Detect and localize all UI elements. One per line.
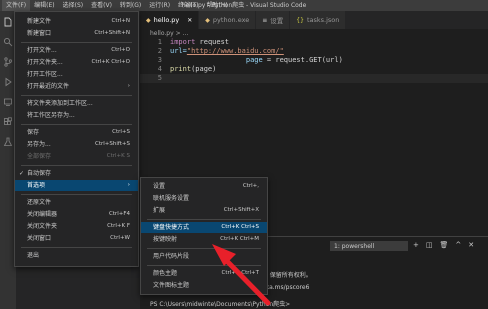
tab-hello-py[interactable]: ◆ hello.py ✕: [140, 11, 200, 29]
menu-item-save-all[interactable]: 全部保存 Ctrl+K S: [15, 151, 138, 162]
line-number: 1: [157, 38, 162, 46]
split-terminal-icon[interactable]: ◫: [426, 241, 433, 249]
close-panel-icon[interactable]: ✕: [468, 241, 474, 249]
code-line: 4 print(page): [140, 65, 488, 74]
terminal-selector[interactable]: 1: powershell: [330, 241, 408, 251]
python-file-icon: ◆: [205, 16, 210, 24]
tab-tasks-json[interactable]: {} tasks.json: [290, 11, 347, 29]
extensions-icon[interactable]: [3, 117, 13, 127]
add-terminal-icon[interactable]: +: [413, 241, 419, 249]
check-icon: ✓: [19, 170, 25, 177]
tab-settings[interactable]: ≡ 设置: [256, 11, 291, 29]
menu-item-revert-file[interactable]: 还原文件: [15, 197, 138, 208]
menu-item-keyboard-shortcuts[interactable]: 键盘快捷方式 Ctrl+K Ctrl+S: [141, 222, 267, 233]
menu-item-preferences[interactable]: 首选项 ›: [15, 180, 138, 191]
menu-separator: [21, 42, 132, 43]
menu-run[interactable]: 运行(R): [145, 0, 174, 11]
menu-help[interactable]: 帮助(H): [202, 0, 231, 11]
menu-item-add-folder-to-workspace[interactable]: 将文件夹添加到工作区...: [15, 98, 138, 109]
line-number: 3: [157, 56, 162, 64]
menu-separator: [21, 124, 132, 125]
menu-item-file-icon-theme[interactable]: 文件图标主题: [141, 280, 267, 291]
menu-item-close-editor[interactable]: 关闭编辑器 Ctrl+F4: [15, 209, 138, 220]
menu-item-open-recent[interactable]: 打开最近的文件 ›: [15, 81, 138, 92]
menu-terminal[interactable]: 终端(T): [174, 0, 202, 11]
menu-item-save[interactable]: 保存 Ctrl+S: [15, 127, 138, 138]
menu-separator: [21, 194, 132, 195]
code-line: 1 import request: [140, 38, 488, 47]
remote-explorer-icon[interactable]: [3, 97, 13, 107]
tab-label: tasks.json: [306, 16, 340, 24]
menu-item-new-file[interactable]: 新建文件 Ctrl+N: [15, 16, 138, 27]
run-debug-icon[interactable]: [3, 77, 13, 87]
line-number: 4: [157, 65, 162, 73]
code-line: 2 url="http://www.baidu.com/": [140, 47, 488, 56]
file-menu: 新建文件 Ctrl+N 新建窗口 Ctrl+Shift+N 打开文件... Ctrl+…: [14, 11, 139, 267]
menu-go[interactable]: 转到(G): [116, 0, 145, 11]
source-control-icon[interactable]: [3, 57, 13, 67]
menu-item-settings[interactable]: 设置 Ctrl+,: [141, 181, 267, 192]
menu-edit[interactable]: 编辑(E): [30, 0, 58, 11]
menu-separator: [147, 265, 261, 266]
code-line-current: 5: [140, 74, 488, 83]
menu-item-open-folder[interactable]: 打开文件夹... Ctrl+K Ctrl+O: [15, 57, 138, 68]
tab-label: 设置: [270, 17, 284, 25]
menu-view[interactable]: 查看(V): [87, 0, 116, 11]
json-file-icon: {}: [296, 16, 304, 24]
title-bar: hello.py - Python爬虫 - Visual Studio Code…: [0, 0, 488, 11]
explorer-icon[interactable]: [3, 17, 13, 27]
tab-python-exe[interactable]: ◆ python.exe: [199, 11, 257, 29]
menu-item-close-window[interactable]: 关闭窗口 Ctrl+W: [15, 233, 138, 244]
menu-file[interactable]: 文件(F): [2, 0, 31, 11]
menu-item-save-workspace-as[interactable]: 将工作区另存为...: [15, 110, 138, 121]
search-icon[interactable]: [3, 37, 13, 47]
editor-tabs: ◆ hello.py ✕ ◆ python.exe ≡ 设置 {} tasks.…: [140, 11, 488, 29]
menu-bar: 文件(F) 编辑(E) 选择(S) 查看(V) 转到(G) 运行(R) 终端(T…: [0, 0, 232, 11]
line-number: 2: [157, 47, 162, 55]
chevron-right-icon: ›: [127, 83, 130, 89]
menu-item-online-services-settings[interactable]: 联机服务设置: [141, 193, 267, 204]
python-file-icon: ◆: [146, 16, 151, 24]
menu-item-auto-save[interactable]: ✓ 自动保存: [15, 168, 138, 179]
delete-terminal-icon[interactable]: 🗑: [440, 241, 449, 249]
menu-separator: [21, 95, 132, 96]
preferences-submenu: 设置 Ctrl+, 联机服务设置 扩展 Ctrl+Shift+X 键盘快捷方式 Ctr…: [140, 177, 268, 295]
menu-separator: [21, 247, 132, 248]
menu-separator: [147, 248, 261, 249]
breadcrumb[interactable]: hello.py > ...: [140, 29, 488, 38]
terminal-prompt: PS C:\Users\midwinte\Documents\Python爬虫>: [150, 301, 291, 308]
menu-selection[interactable]: 选择(S): [59, 0, 88, 11]
menu-item-save-as[interactable]: 另存为... Ctrl+Shift+S: [15, 139, 138, 150]
chevron-right-icon: ›: [127, 182, 130, 188]
menu-item-user-snippets[interactable]: 用户代码片段: [141, 251, 267, 262]
menu-item-extensions[interactable]: 扩展 Ctrl+Shift+X: [141, 205, 267, 216]
menu-item-close-folder[interactable]: 关闭文件夹 Ctrl+K F: [15, 221, 138, 232]
menu-item-color-theme[interactable]: 颜色主题 Ctrl+K Ctrl+T: [141, 268, 267, 279]
terminal-actions: + ◫ 🗑 ^ ✕: [413, 241, 474, 249]
code-line: 3 page = request.GET(url): [140, 56, 488, 65]
menu-separator: [21, 165, 132, 166]
menu-item-new-window[interactable]: 新建窗口 Ctrl+Shift+N: [15, 28, 138, 39]
close-icon[interactable]: ✕: [187, 17, 192, 24]
menu-item-exit[interactable]: 退出: [15, 250, 138, 261]
menu-item-open-workspace[interactable]: 打开工作区...: [15, 69, 138, 80]
menu-separator: [147, 219, 261, 220]
menu-item-open-file[interactable]: 打开文件... Ctrl+O: [15, 45, 138, 56]
maximize-panel-icon[interactable]: ^: [455, 241, 461, 249]
line-number: 5: [157, 74, 162, 82]
settings-file-icon: ≡: [262, 16, 268, 24]
testing-icon[interactable]: [3, 137, 13, 147]
tab-label: hello.py: [153, 16, 180, 24]
menu-item-keymaps[interactable]: 按键映射 Ctrl+K Ctrl+M: [141, 234, 267, 245]
tab-label: python.exe: [212, 16, 250, 24]
